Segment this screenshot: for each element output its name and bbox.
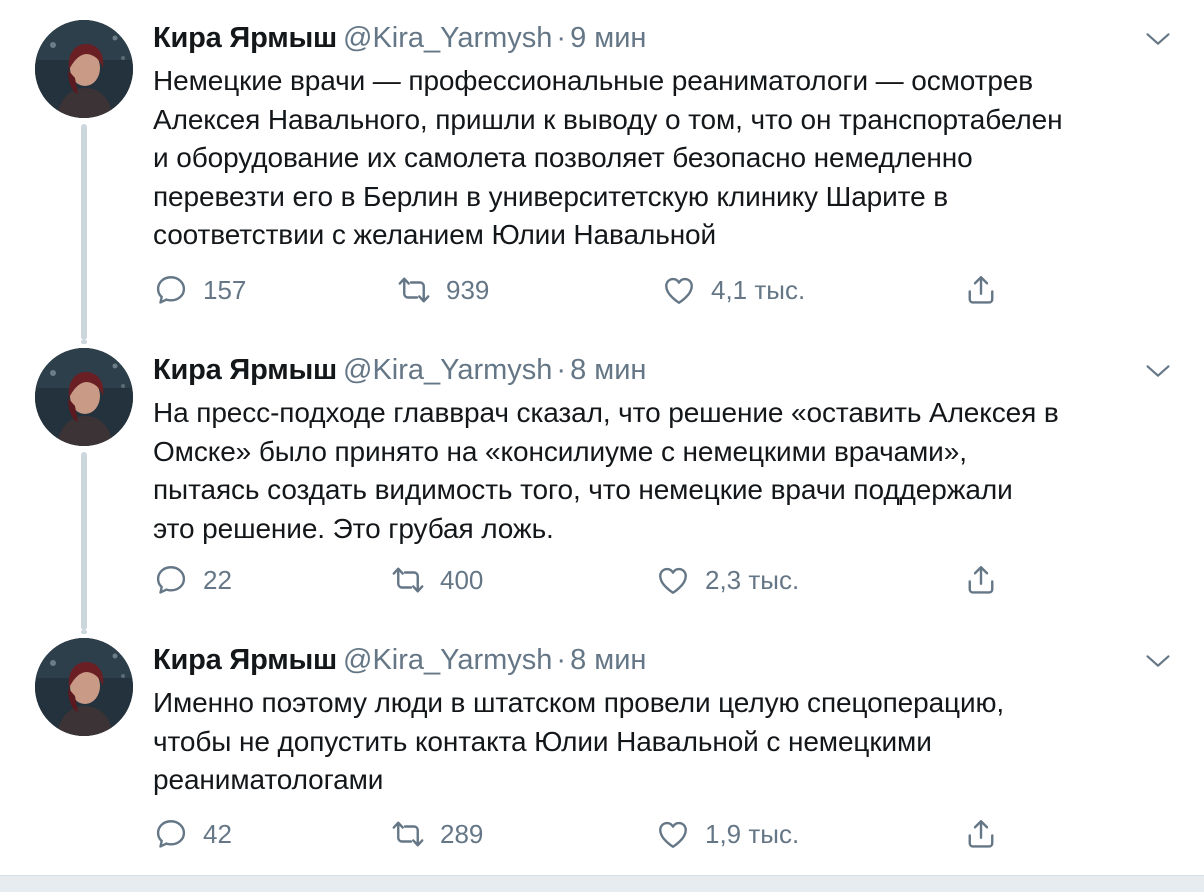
heart-icon bbox=[655, 816, 691, 852]
share-button[interactable] bbox=[963, 560, 999, 600]
share-upload-icon bbox=[963, 272, 999, 308]
speech-bubble-icon bbox=[153, 272, 189, 308]
avatar[interactable] bbox=[35, 348, 133, 446]
tweet-text-line: Омске» было принято на «консилиуме с нем… bbox=[153, 435, 967, 467]
reply-button[interactable]: 22 bbox=[153, 560, 232, 600]
reply-count: 42 bbox=[203, 818, 232, 849]
reply-count: 22 bbox=[203, 564, 232, 595]
avatar[interactable] bbox=[35, 638, 133, 736]
tweet-text-line: чтобы не допустить контакта Юлии Навальн… bbox=[153, 725, 932, 757]
tweet-timestamp[interactable]: 9 мин bbox=[570, 22, 646, 54]
thread-connector-line bbox=[81, 452, 87, 630]
tweet-text-line: Именно поэтому люди в штатском провели ц… bbox=[153, 687, 1005, 718]
retweet-arrows-icon bbox=[390, 562, 426, 598]
tweet[interactable]: Кира Ярмыш @Kira_Yarmysh · 8 мин Именно поэ… bbox=[0, 630, 1204, 875]
tweet-header: Кира Ярмыш @Kira_Yarmysh · 8 мин bbox=[153, 644, 646, 676]
thread-connector-line bbox=[81, 630, 87, 634]
separator-dot: · bbox=[556, 22, 567, 54]
retweet-button[interactable]: 289 bbox=[390, 814, 483, 854]
tweet-text: Немецкие врачи — профессиональные реаним… bbox=[153, 62, 1183, 255]
tweet-text-line: перевезти его в Берлин в университетскую… bbox=[153, 180, 949, 212]
separator-dot: · bbox=[556, 354, 567, 386]
author-handle[interactable]: @Kira_Yarmysh bbox=[343, 644, 552, 676]
share-upload-icon bbox=[963, 816, 999, 852]
timeline-divider bbox=[0, 875, 1204, 892]
retweet-button[interactable]: 400 bbox=[390, 560, 483, 600]
author-handle[interactable]: @Kira_Yarmysh bbox=[343, 354, 552, 386]
speech-bubble-icon bbox=[153, 562, 189, 598]
retweet-count: 289 bbox=[440, 818, 484, 849]
thread-connector-line bbox=[81, 124, 87, 340]
reply-button[interactable]: 157 bbox=[153, 270, 246, 310]
share-button[interactable] bbox=[963, 814, 999, 854]
tweet-text-line: На пресс-подходе главврач сказал, что ре… bbox=[153, 397, 1059, 428]
heart-icon bbox=[655, 562, 691, 598]
retweet-count: 939 bbox=[446, 274, 490, 305]
separator-dot: · bbox=[556, 644, 567, 676]
tweet-text-line: Немецкие врачи — профессиональные реаним… bbox=[153, 65, 1034, 96]
chevron-down-icon[interactable] bbox=[1144, 650, 1172, 672]
like-button[interactable]: 1,9 тыс. bbox=[655, 814, 799, 854]
reply-count: 157 bbox=[203, 274, 247, 305]
tweet-header: Кира Ярмыш @Kira_Yarmysh · 8 мин bbox=[153, 354, 646, 386]
share-button[interactable] bbox=[963, 270, 999, 310]
tweet-header: Кира Ярмыш @Kira_Yarmysh · 9 мин bbox=[153, 22, 646, 54]
chevron-down-icon[interactable] bbox=[1144, 28, 1172, 50]
tweet-text-line: реаниматологами bbox=[153, 764, 384, 795]
tweet-text-line: и оборудование их самолета позволяет без… bbox=[153, 142, 973, 173]
tweet-text-line: пытаясь создать видимость того, что неме… bbox=[153, 474, 1013, 505]
like-button[interactable]: 4,1 тыс. bbox=[661, 270, 805, 310]
tweet-text-line: Алексея Навального, пришли к выводу о то… bbox=[153, 103, 1063, 135]
author-handle[interactable]: @Kira_Yarmysh bbox=[343, 22, 552, 54]
tweet-text-line: соответствии с желанием Юлии Навальной bbox=[153, 219, 717, 250]
author-name[interactable]: Кира Ярмыш bbox=[153, 644, 337, 676]
heart-icon bbox=[661, 272, 697, 308]
like-button[interactable]: 2,3 тыс. bbox=[655, 560, 799, 600]
tweet-timestamp[interactable]: 8 мин bbox=[570, 644, 646, 676]
reply-button[interactable]: 42 bbox=[153, 814, 232, 854]
like-count: 2,3 тыс. bbox=[705, 564, 800, 595]
tweet-timestamp[interactable]: 8 мин bbox=[570, 354, 646, 386]
chevron-down-icon[interactable] bbox=[1144, 360, 1172, 382]
like-count: 4,1 тыс. bbox=[711, 274, 806, 305]
tweet-actions: 42 289 1,9 тыс. bbox=[153, 814, 1013, 854]
retweet-button[interactable]: 939 bbox=[396, 270, 489, 310]
tweet-actions: 157 939 4,1 тыс. bbox=[153, 270, 1013, 310]
retweet-arrows-icon bbox=[390, 816, 426, 852]
retweet-arrows-icon bbox=[396, 272, 432, 308]
author-name[interactable]: Кира Ярмыш bbox=[153, 354, 337, 386]
tweet-text: На пресс-подходе главврач сказал, что ре… bbox=[153, 394, 1183, 548]
tweet-text-line: это решение. Это грубая ложь. bbox=[153, 512, 554, 544]
tweet-text: Именно поэтому люди в штатском провели ц… bbox=[153, 684, 1183, 800]
tweet[interactable]: Кира Ярмыш @Kira_Yarmysh · 8 мин На пресс-п… bbox=[0, 340, 1204, 630]
tweet-thread: Кира Ярмыш @Kira_Yarmysh · 9 мин Немецкие в… bbox=[0, 0, 1204, 892]
like-count: 1,9 тыс. bbox=[705, 818, 800, 849]
share-upload-icon bbox=[963, 562, 999, 598]
avatar[interactable] bbox=[35, 20, 133, 118]
tweet[interactable]: Кира Ярмыш @Kira_Yarmysh · 9 мин Немецкие в… bbox=[0, 0, 1204, 340]
retweet-count: 400 bbox=[440, 564, 484, 595]
author-name[interactable]: Кира Ярмыш bbox=[153, 22, 337, 54]
thread-connector-line bbox=[81, 340, 87, 344]
tweet-actions: 22 400 2,3 тыс. bbox=[153, 560, 1013, 600]
speech-bubble-icon bbox=[153, 816, 189, 852]
